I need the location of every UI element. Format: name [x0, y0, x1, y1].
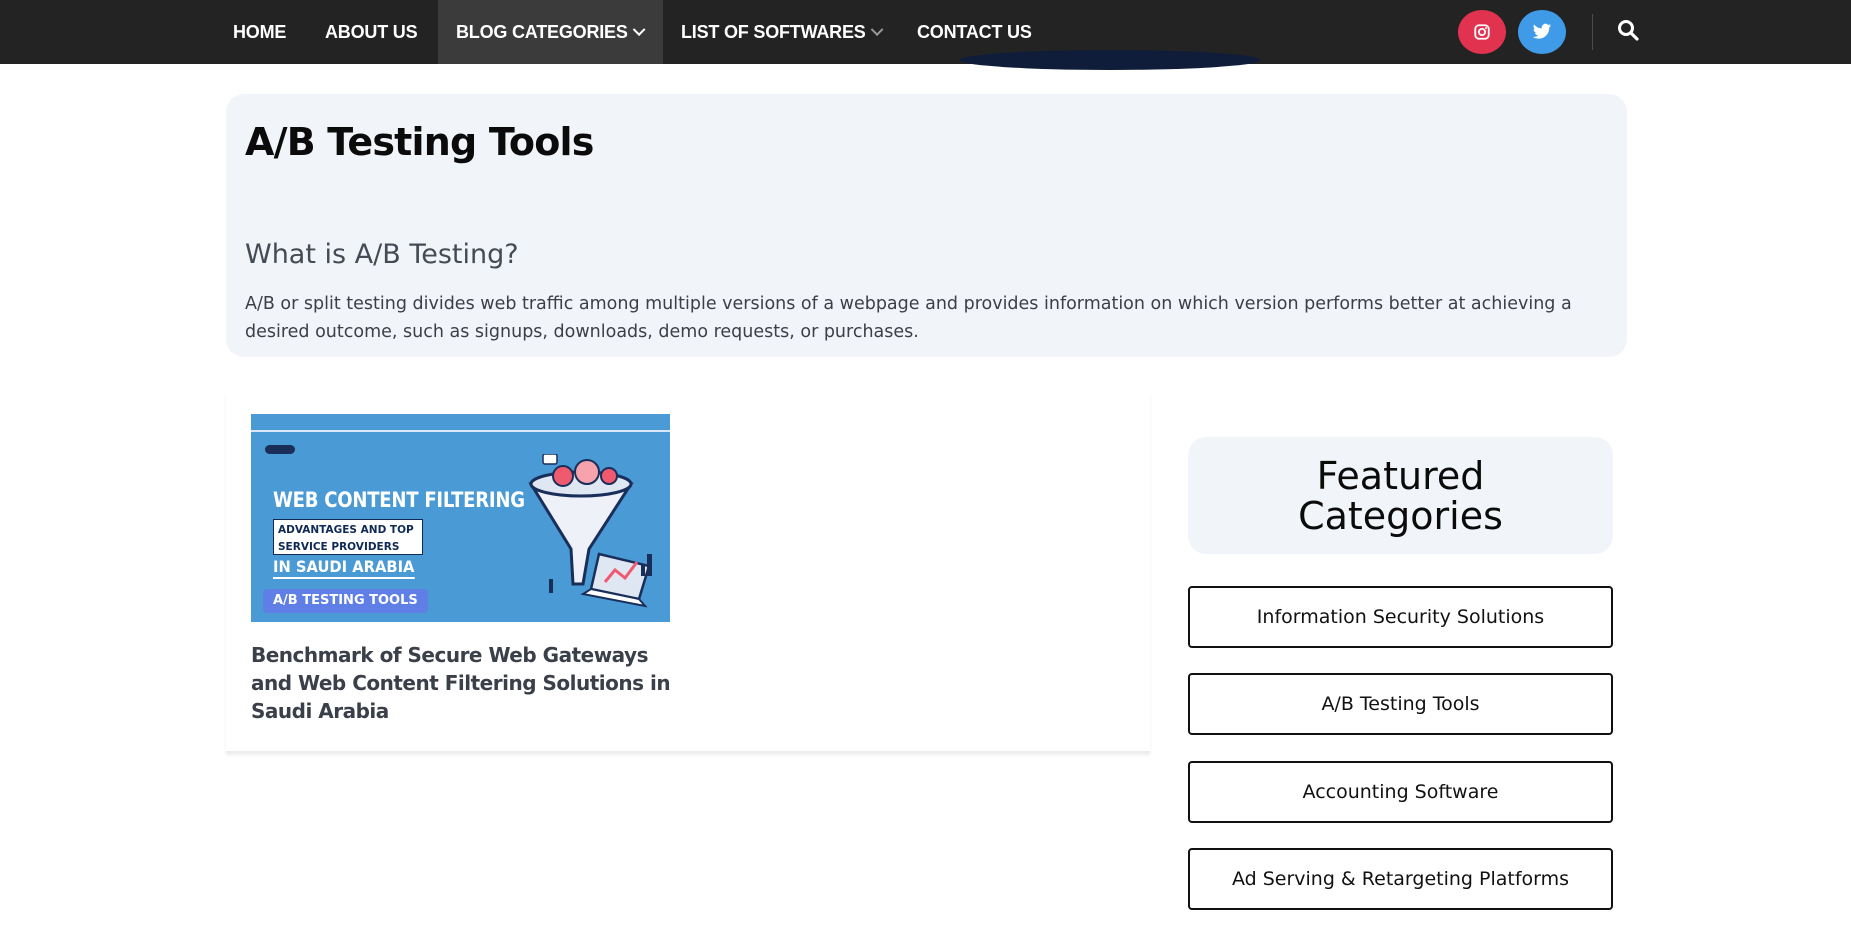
category-description: A/B or split testing divides web traffic… — [245, 294, 1572, 342]
page-title: A/B Testing Tools — [245, 120, 594, 164]
thumbnail-subtext-box: ADVANTAGES AND TOP SERVICE PROVIDERS — [273, 519, 423, 555]
section-subtitle: What is A/B Testing? — [245, 239, 519, 270]
nav-item-label: LIST OF SOFTWARES — [681, 21, 866, 42]
category-button-accounting-software[interactable]: Accounting Software — [1188, 761, 1613, 823]
thumbnail-divider — [251, 430, 670, 432]
search-button[interactable] — [1616, 18, 1644, 46]
category-button-ab-testing-tools[interactable]: A/B Testing Tools — [1188, 673, 1613, 735]
nav-item-contact-us[interactable]: CONTACT US — [917, 0, 1032, 64]
nav-item-label: ABOUT US — [325, 21, 418, 42]
thumbnail-subtext-line: SERVICE PROVIDERS — [278, 541, 400, 553]
instagram-button[interactable] — [1458, 10, 1506, 54]
category-button-label: Ad Serving & Retargeting Platforms — [1231, 868, 1570, 890]
post-category-tag[interactable]: A/B TESTING TOOLS — [263, 589, 428, 613]
thumbnail-pill-graphic — [265, 445, 295, 454]
category-button-information-security[interactable]: Information Security Solutions — [1188, 586, 1613, 648]
thumbnail-location: IN SAUDI ARABIA — [273, 557, 415, 579]
funnel-illustration-icon — [528, 454, 652, 608]
featured-categories-header: Featured Categories — [1188, 437, 1613, 554]
nav-item-about-us[interactable]: ABOUT US — [325, 0, 418, 64]
nav-divider — [1592, 14, 1593, 50]
nav-item-list-of-softwares[interactable]: LIST OF SOFTWARES — [681, 0, 884, 64]
nav-item-label: CONTACT US — [917, 21, 1032, 42]
twitter-button[interactable] — [1518, 10, 1566, 54]
nav-item-home[interactable]: HOME — [233, 0, 286, 64]
nav-item-blog-categories[interactable]: BLOG CATEGORIES — [438, 0, 663, 64]
twitter-icon — [1532, 23, 1552, 39]
instagram-icon — [1474, 24, 1490, 40]
nav-item-label: BLOG CATEGORIES — [456, 21, 628, 42]
chevron-down-icon — [870, 22, 884, 36]
thumbnail-subtext-line: ADVANTAGES AND TOP — [278, 524, 414, 536]
sidebar-heading: Featured Categories — [1298, 453, 1503, 538]
search-icon — [1618, 20, 1639, 41]
nav-item-label: HOME — [233, 21, 287, 42]
category-button-label: Accounting Software — [1302, 781, 1499, 803]
thumbnail-headline: WEB CONTENT FILTERING — [273, 488, 525, 512]
category-button-label: Information Security Solutions — [1256, 606, 1545, 628]
post-thumbnail[interactable]: WEB CONTENT FILTERING ADVANTAGES AND TOP… — [251, 414, 670, 622]
category-button-label: A/B Testing Tools — [1321, 693, 1480, 715]
category-intro-box: A/B Testing Tools What is A/B Testing? A… — [226, 94, 1627, 357]
post-list-panel: WEB CONTENT FILTERING ADVANTAGES AND TOP… — [226, 395, 1150, 753]
top-navigation-bar: HOME ABOUT US BLOG CATEGORIES LIST OF SO… — [0, 0, 1851, 70]
chevron-down-icon — [632, 22, 646, 36]
category-button-ad-serving[interactable]: Ad Serving & Retargeting Platforms — [1188, 848, 1613, 910]
post-title-link[interactable]: Benchmark of Secure Web Gateways and Web… — [251, 641, 681, 725]
